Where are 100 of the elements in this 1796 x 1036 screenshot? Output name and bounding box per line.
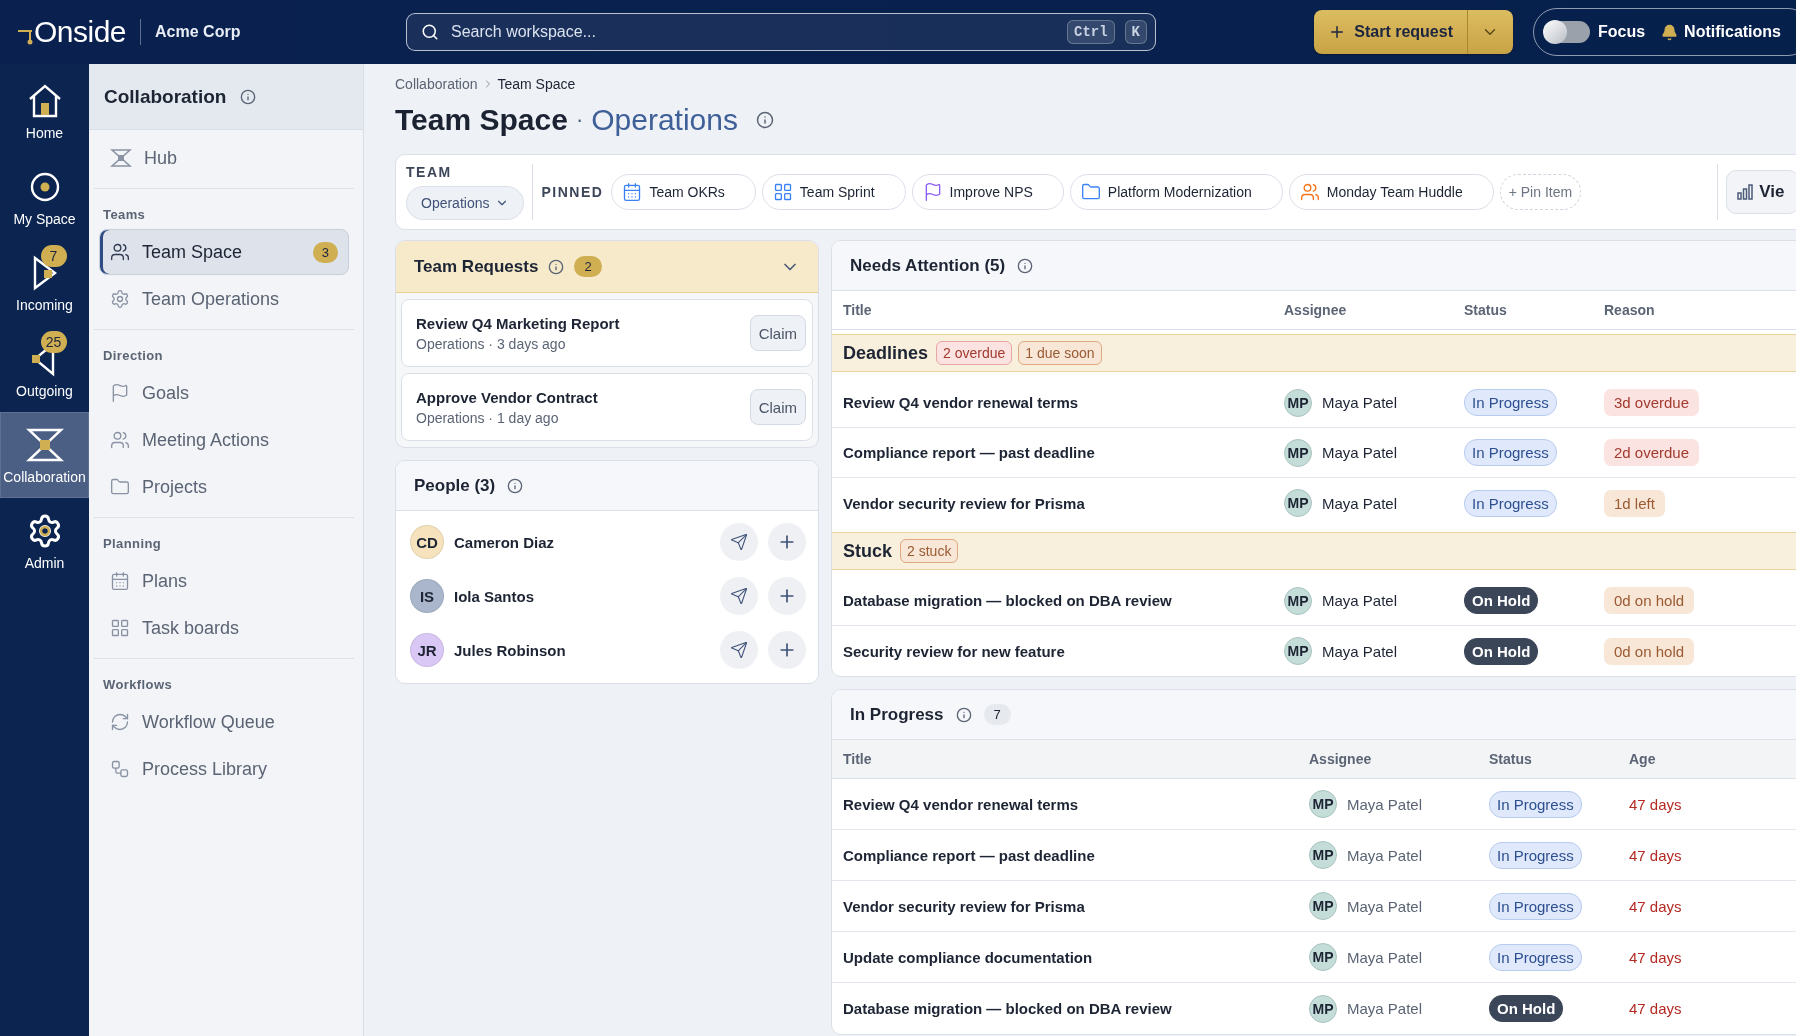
- sidebar-item[interactable]: Goals: [99, 370, 349, 416]
- send-button[interactable]: [720, 631, 758, 669]
- status-badge: In Progress: [1489, 790, 1582, 818]
- send-button[interactable]: [720, 523, 758, 561]
- request-meta: Operations · 1 day ago: [416, 409, 560, 426]
- count-badge: 25: [40, 331, 67, 353]
- pinned-item[interactable]: Team Sprint: [761, 174, 906, 210]
- claim-button[interactable]: Claim: [749, 389, 806, 425]
- calendar-icon: [110, 571, 130, 591]
- pinned-label: PINNED: [541, 184, 604, 200]
- section-title: Workflows: [102, 676, 174, 694]
- view-button[interactable]: Vie: [1726, 170, 1796, 214]
- task-title: Vendor security review for Prisma: [843, 494, 1086, 512]
- paper-plane-icon: [730, 641, 748, 659]
- section-title: Direction: [102, 347, 164, 365]
- sidebar-item[interactable]: Projects: [99, 464, 349, 510]
- age-text: 47 days: [1629, 1000, 1683, 1017]
- send-button[interactable]: [720, 577, 758, 615]
- pin-item-button[interactable]: + Pin Item: [1499, 174, 1582, 210]
- nav-item[interactable]: My Space: [0, 154, 89, 240]
- add-button[interactable]: [768, 523, 806, 561]
- nav-item[interactable]: Home: [0, 68, 89, 154]
- sidebar-item[interactable]: Plans: [99, 558, 349, 604]
- sidebar-item[interactable]: Team Space 3: [99, 229, 349, 275]
- age-text: 47 days: [1629, 795, 1683, 813]
- pinned-item[interactable]: Platform Modernization: [1069, 174, 1283, 210]
- info-icon[interactable]: [755, 111, 774, 129]
- bar-chart-icon: [1737, 184, 1754, 200]
- folder-icon: [1080, 182, 1101, 202]
- reason-badge: 3d overdue: [1604, 389, 1700, 416]
- task-title: Database migration — blocked on DBA review: [843, 1000, 1173, 1017]
- team-dropdown[interactable]: Operations: [406, 186, 525, 220]
- assignee-name: Maya Patel: [1347, 897, 1423, 915]
- assignee-name: Maya Patel: [1347, 846, 1423, 864]
- status-badge: In Progress: [1464, 439, 1557, 466]
- breadcrumb-link[interactable]: Team Space: [497, 76, 576, 92]
- pinned-item[interactable]: Monday Team Huddle: [1288, 174, 1494, 210]
- add-button[interactable]: [768, 631, 806, 669]
- column-header: Status: [1464, 302, 1508, 318]
- card-title: In Progress: [850, 704, 944, 725]
- status-badge: In Progress: [1464, 389, 1557, 416]
- avatar: MP: [1284, 388, 1312, 417]
- bell-icon: [1661, 23, 1679, 41]
- logo-icon: [18, 29, 34, 45]
- age-text: 47 days: [1629, 846, 1683, 864]
- card-title: People (3): [414, 475, 496, 496]
- sidebar-item[interactable]: Meeting Actions: [99, 417, 349, 463]
- add-button[interactable]: [768, 577, 806, 615]
- flag-icon: [110, 383, 130, 403]
- search-field[interactable]: Search workspace... Ctrl K: [406, 13, 1156, 51]
- avatar: MP: [1309, 790, 1337, 818]
- pinned-item[interactable]: Team OKRs: [611, 174, 756, 210]
- nav-item[interactable]: Admin: [0, 498, 89, 584]
- info-icon[interactable]: [1017, 257, 1034, 274]
- task-title: Vendor security review for Prisma: [843, 897, 1086, 915]
- card-title: Team Requests: [414, 256, 539, 277]
- shortcut-key: Ctrl: [1067, 20, 1115, 44]
- notifications-button[interactable]: Notifications: [1661, 23, 1781, 41]
- hourglass-icon: [110, 148, 132, 168]
- avatar: CD: [410, 525, 444, 559]
- sidebar-item[interactable]: Hub: [99, 135, 349, 181]
- section-title: Teams: [102, 206, 147, 224]
- sidebar-item[interactable]: Team Operations: [99, 276, 349, 322]
- info-icon[interactable]: [507, 477, 524, 494]
- paper-plane-icon: [730, 533, 748, 551]
- sidebar-item[interactable]: Task boards: [99, 605, 349, 651]
- info-icon[interactable]: [955, 706, 972, 723]
- search-input[interactable]: Search workspace...: [449, 22, 1057, 42]
- nav-item[interactable]: 25 Outgoing: [0, 326, 89, 412]
- settings-icon: [110, 289, 130, 309]
- assignee-name: Maya Patel: [1347, 948, 1423, 966]
- section-title: Planning: [102, 535, 163, 553]
- status-badge: In Progress: [1489, 943, 1582, 971]
- request-item[interactable]: Review Q4 Marketing Report Operations · 3 days ago Claim: [401, 299, 813, 367]
- breadcrumb-link[interactable]: Collaboration: [395, 76, 478, 92]
- avatar: MP: [1284, 586, 1312, 615]
- column-header: Assignee: [1284, 302, 1348, 318]
- claim-button[interactable]: Claim: [749, 315, 806, 351]
- nav-item[interactable]: 7 Incoming: [0, 240, 89, 326]
- pinned-item[interactable]: Improve NPS: [911, 174, 1064, 210]
- logo[interactable]: Onside: [34, 15, 127, 49]
- status-badge: In Progress: [1489, 892, 1582, 920]
- team-label: TEAM: [406, 164, 453, 180]
- age-text: 47 days: [1629, 948, 1683, 966]
- sidebar-item[interactable]: Process Library: [99, 746, 349, 792]
- separator-dot: ·: [575, 107, 584, 133]
- group-title: Stuck: [843, 540, 893, 562]
- reason-badge: 0d on hold: [1604, 587, 1695, 614]
- person-name: Cameron Diaz: [454, 533, 556, 551]
- info-icon[interactable]: [548, 258, 565, 275]
- request-item[interactable]: Approve Vendor Contract Operations · 1 day ago Claim: [401, 373, 813, 441]
- avatar: IS: [410, 579, 444, 613]
- search-icon: [421, 23, 439, 41]
- column-header: Title: [843, 751, 873, 767]
- organization-name: Acme Corp: [155, 23, 241, 41]
- group-icon: [1299, 182, 1320, 202]
- info-icon[interactable]: [240, 88, 257, 105]
- sidebar-item[interactable]: Workflow Queue: [99, 699, 349, 745]
- focus-toggle[interactable]: [1544, 21, 1590, 43]
- nav-item[interactable]: Collaboration: [0, 412, 89, 498]
